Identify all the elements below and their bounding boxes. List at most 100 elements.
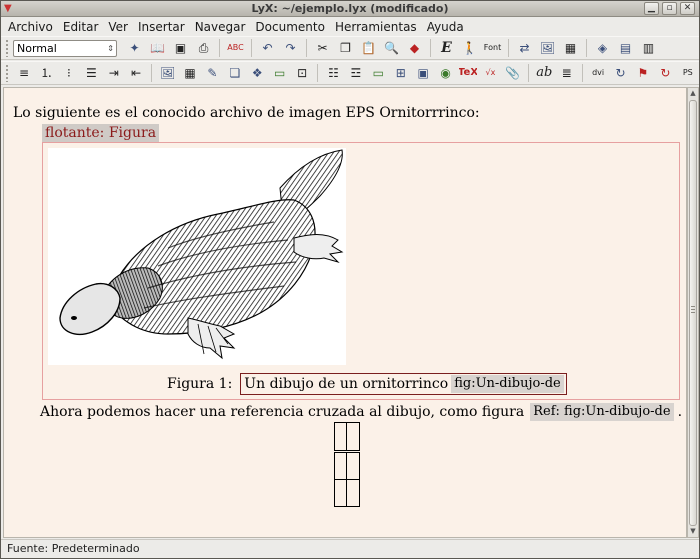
figure-caption: Figura 1: Un dibujo de un ornitorrinco f… — [167, 373, 567, 395]
noun-icon[interactable]: 🚶 — [461, 39, 479, 57]
close-button[interactable]: ✕ — [680, 2, 695, 15]
redo-icon[interactable]: ↷ — [282, 39, 300, 57]
save-icon[interactable]: ▣ — [172, 39, 190, 57]
undo-icon[interactable]: ↶ — [259, 39, 277, 57]
toc-view-icon[interactable]: ▤ — [617, 39, 635, 57]
paste-icon[interactable]: 📋 — [360, 39, 378, 57]
document-work-area[interactable]: Lo siguiente es el conocido archivo de i… — [3, 87, 687, 538]
minimize-button[interactable]: ▁ — [644, 2, 659, 15]
toolbar-separator — [317, 64, 319, 82]
menu-documento[interactable]: Documento — [250, 18, 330, 36]
view-source-icon[interactable]: ▥ — [640, 39, 658, 57]
scroll-down-icon[interactable]: ▼ — [688, 526, 698, 537]
open-document-icon[interactable]: 📖 — [149, 39, 167, 57]
view-dvi-icon[interactable]: dvi — [589, 64, 606, 82]
reference-paragraph[interactable]: Ahora podemos hacer una referencia cruza… — [40, 403, 682, 421]
insert-index-icon[interactable]: ▭ — [370, 64, 387, 82]
toolbar-separator — [581, 64, 583, 82]
decrease-depth-icon[interactable]: ⇤ — [127, 64, 144, 82]
justify-icon[interactable]: ≣ — [558, 64, 575, 82]
emphasis-icon[interactable]: E — [438, 39, 456, 57]
caption-text[interactable]: Un dibujo de un ornitorrinco — [244, 376, 448, 392]
scroll-up-icon[interactable]: ▲ — [688, 88, 698, 99]
label-inset[interactable]: fig:Un-dibujo-de — [451, 375, 564, 393]
insert-math-icon[interactable]: √x — [482, 64, 499, 82]
tex-code-icon[interactable]: TeX — [459, 64, 476, 82]
table-cell[interactable] — [335, 479, 347, 506]
menu-archivo[interactable]: Archivo — [3, 18, 58, 36]
align-block-icon[interactable]: ☲ — [347, 64, 364, 82]
description-list-icon[interactable]: ☰ — [83, 64, 100, 82]
maximize-button[interactable]: ▫ — [662, 2, 677, 15]
title-bar[interactable]: ▼ LyX: ~/ejemplo.lyx (modificado) ▁ ▫ ✕ — [1, 1, 699, 17]
insert-note-icon[interactable]: ✎ — [204, 64, 221, 82]
chevron-updown-icon: ⇕ — [107, 43, 114, 53]
numbered-list-icon[interactable]: ⒈ — [38, 64, 55, 82]
table-cell[interactable] — [335, 453, 347, 479]
insert-image-icon[interactable]: 🖼 — [159, 64, 176, 82]
new-document-icon[interactable]: ✦ — [126, 39, 144, 57]
ab-icon[interactable]: ab — [536, 64, 553, 82]
list-none-icon[interactable]: ≡ — [15, 64, 32, 82]
menu-ver[interactable]: Ver — [103, 18, 133, 36]
paragraph-layout-select[interactable]: Normal ⇕ — [13, 39, 117, 57]
table-cell[interactable] — [347, 480, 359, 506]
font-icon[interactable]: Font — [484, 39, 502, 57]
table-row — [335, 453, 359, 480]
platypus-image[interactable] — [48, 148, 346, 365]
increase-depth-icon[interactable]: ⇥ — [105, 64, 122, 82]
insert-table-icon[interactable]: ▦ — [562, 39, 580, 57]
table-cell[interactable] — [335, 423, 347, 450]
insert-marginal-icon[interactable]: ❖ — [249, 64, 266, 82]
menu-bar: Archivo Editar Ver Insertar Navegar Docu… — [1, 18, 699, 36]
insert-url-icon[interactable]: ⊡ — [293, 64, 310, 82]
cut-icon[interactable]: ✂ — [314, 39, 332, 57]
menu-navegar[interactable]: Navegar — [190, 18, 251, 36]
insert-branch-icon[interactable]: ▭ — [271, 64, 288, 82]
reference-text[interactable]: Ahora podemos hacer una referencia cruza… — [40, 404, 524, 420]
view-ps-icon[interactable]: PS — [679, 64, 696, 82]
table-cell[interactable] — [347, 423, 359, 450]
menu-ayuda[interactable]: Ayuda — [422, 18, 469, 36]
float-figure-inset[interactable]: Figura 1: Un dibujo de un ornitorrinco f… — [42, 142, 680, 400]
toolbar-grip[interactable] — [5, 64, 9, 82]
find-replace-icon[interactable]: 🔍 — [383, 39, 401, 57]
document-settings-icon[interactable]: ◈ — [594, 39, 612, 57]
caption-inset[interactable]: Un dibujo de un ornitorrinco fig:Un-dibu… — [240, 373, 567, 395]
insert-graphic-obj-icon[interactable]: ◉ — [437, 64, 454, 82]
insert-table2-icon[interactable]: ▦ — [181, 64, 198, 82]
caption-number: Figura 1: — [167, 376, 233, 392]
menu-editar[interactable]: Editar — [58, 18, 104, 36]
align-left-icon[interactable]: ☷ — [325, 64, 342, 82]
vertical-scrollbar[interactable]: ▲ ▼ — [687, 87, 699, 538]
insert-box-icon[interactable]: ▣ — [414, 64, 431, 82]
toolbar-separator — [151, 64, 153, 82]
view-pdf-icon[interactable]: ⚑ — [634, 64, 651, 82]
intro-paragraph[interactable]: Lo siguiente es el conocido archivo de i… — [13, 105, 480, 121]
scrollbar-thumb[interactable] — [689, 100, 697, 526]
copy-icon[interactable]: ❐ — [337, 39, 355, 57]
table-inset[interactable] — [334, 422, 360, 451]
spellcheck-icon[interactable]: ABC — [227, 39, 245, 57]
platypus-drawing — [59, 149, 344, 360]
cross-reference-icon[interactable]: ⇄ — [516, 39, 534, 57]
window-title: LyX: ~/ejemplo.lyx (modificado) — [251, 2, 449, 15]
bullet-list-icon[interactable]: ⁝ — [60, 64, 77, 82]
toolbar-separator — [219, 39, 220, 57]
table-cell[interactable] — [347, 453, 359, 479]
cross-reference-inset[interactable]: Ref: fig:Un-dibujo-de — [530, 403, 674, 421]
menu-herramientas[interactable]: Herramientas — [330, 18, 422, 36]
insert-float-icon[interactable]: ⊞ — [392, 64, 409, 82]
float-figure-label[interactable]: flotante: Figura — [42, 124, 160, 142]
table-inset[interactable] — [334, 452, 360, 507]
insert-footnote-icon[interactable]: ❏ — [226, 64, 243, 82]
update-pdf-icon[interactable]: ↻ — [657, 64, 674, 82]
toolbar-grip[interactable] — [5, 39, 9, 57]
change-tracking-icon[interactable]: ◆ — [406, 39, 424, 57]
insert-graphics-icon[interactable]: 🖼 — [539, 39, 557, 57]
attach-icon[interactable]: 📎 — [504, 64, 521, 82]
toolbar-separator — [586, 39, 587, 57]
menu-insertar[interactable]: Insertar — [133, 18, 190, 36]
update-dvi-icon[interactable]: ↻ — [612, 64, 629, 82]
print-icon[interactable]: ⎙ — [195, 39, 213, 57]
